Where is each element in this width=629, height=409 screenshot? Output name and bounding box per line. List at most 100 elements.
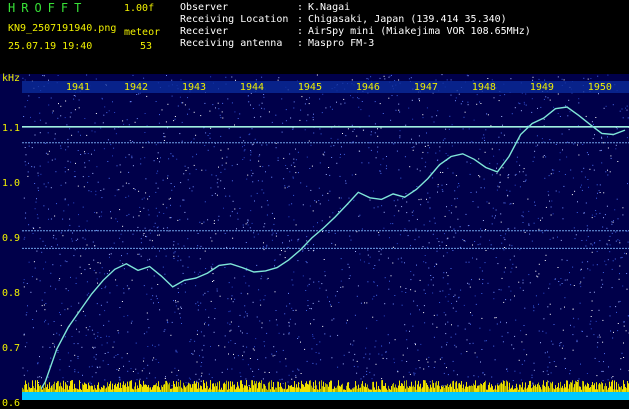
noise-floor-bar — [580, 387, 581, 392]
noise-floor-bar — [207, 386, 208, 392]
noise-speck — [27, 100, 28, 101]
noise-speck — [492, 79, 493, 80]
noise-speck — [246, 179, 247, 180]
noise-speck — [592, 310, 593, 311]
noise-speck — [218, 186, 219, 187]
noise-speck — [549, 201, 550, 202]
noise-speck — [378, 354, 379, 355]
noise-speck — [610, 306, 611, 307]
noise-speck — [578, 155, 579, 156]
noise-speck — [462, 239, 463, 240]
noise-speck — [594, 216, 595, 217]
noise-speck — [98, 182, 99, 183]
noise-floor-bar — [235, 389, 236, 392]
noise-speck — [357, 366, 358, 367]
noise-speck — [210, 346, 211, 347]
noise-speck — [89, 160, 90, 161]
noise-speck — [354, 129, 355, 130]
noise-floor-bar — [356, 386, 357, 392]
noise-speck — [601, 138, 602, 139]
noise-speck — [141, 238, 142, 239]
noise-floor-bar — [563, 388, 564, 392]
noise-speck — [92, 376, 93, 377]
noise-speck — [445, 129, 446, 130]
noise-speck — [230, 215, 231, 216]
noise-speck — [176, 350, 177, 351]
noise-floor-bar — [340, 387, 341, 392]
noise-speck — [406, 330, 407, 331]
noise-speck — [186, 382, 187, 383]
noise-speck — [186, 170, 187, 171]
noise-speck — [117, 285, 118, 286]
noise-speck — [588, 154, 589, 155]
noise-speck — [149, 373, 150, 374]
noise-speck — [499, 289, 500, 290]
noise-speck — [261, 108, 262, 109]
noise-speck — [534, 223, 535, 224]
noise-speck — [592, 252, 593, 253]
noise-floor-bar — [363, 386, 364, 392]
noise-speck — [522, 364, 523, 365]
noise-speck — [601, 162, 602, 163]
noise-floor-bar — [208, 389, 209, 392]
noise-speck — [322, 195, 323, 196]
noise-speck — [337, 291, 338, 292]
noise-speck — [548, 288, 549, 289]
noise-floor-bar — [507, 381, 508, 392]
noise-speck — [578, 102, 579, 103]
noise-floor-bar — [604, 386, 605, 392]
noise-speck — [305, 129, 306, 130]
noise-speck — [294, 101, 295, 102]
noise-speck — [462, 101, 463, 102]
noise-speck — [551, 215, 552, 216]
noise-floor-bar — [469, 386, 470, 392]
noise-speck — [366, 371, 367, 372]
noise-speck — [159, 309, 160, 310]
noise-speck — [340, 287, 341, 288]
noise-speck — [232, 287, 233, 288]
noise-speck — [481, 318, 482, 319]
noise-speck — [165, 378, 166, 379]
noise-speck — [141, 249, 142, 250]
noise-floor-bar — [430, 385, 431, 392]
noise-floor-bar — [222, 390, 223, 392]
noise-speck — [85, 153, 86, 154]
noise-speck — [458, 183, 459, 184]
noise-floor-bar — [308, 385, 309, 393]
noise-speck — [467, 162, 468, 163]
noise-floor-bar — [217, 382, 218, 392]
noise-floor-bar — [330, 381, 331, 392]
noise-speck — [252, 223, 253, 224]
noise-speck — [415, 343, 416, 344]
noise-speck — [112, 101, 113, 102]
noise-speck — [38, 173, 39, 174]
noise-speck — [153, 357, 154, 358]
noise-speck — [51, 98, 52, 99]
noise-speck — [441, 347, 442, 348]
noise-speck — [70, 360, 71, 361]
noise-speck — [192, 190, 193, 191]
noise-speck — [581, 171, 582, 172]
noise-speck — [137, 227, 138, 228]
noise-speck — [35, 135, 36, 136]
noise-floor-bar — [605, 383, 606, 392]
noise-speck — [297, 240, 298, 241]
noise-speck — [419, 199, 420, 200]
noise-floor-bar — [164, 384, 165, 392]
noise-speck — [33, 327, 34, 328]
noise-speck — [111, 218, 112, 219]
noise-floor-bar — [196, 382, 197, 392]
noise-speck — [619, 242, 620, 243]
noise-speck — [109, 292, 110, 293]
noise-speck — [267, 279, 268, 280]
noise-speck — [507, 195, 508, 196]
noise-speck — [189, 173, 190, 174]
noise-speck — [228, 311, 229, 312]
noise-floor-bar — [429, 389, 430, 392]
noise-speck — [559, 159, 560, 160]
receiver-value: AirSpy mini (Miakejima VOR 108.65MHz) — [308, 26, 531, 38]
noise-floor-bar — [253, 385, 254, 392]
noise-floor-bar — [545, 387, 546, 392]
noise-speck — [519, 165, 520, 166]
noise-speck — [283, 350, 284, 351]
